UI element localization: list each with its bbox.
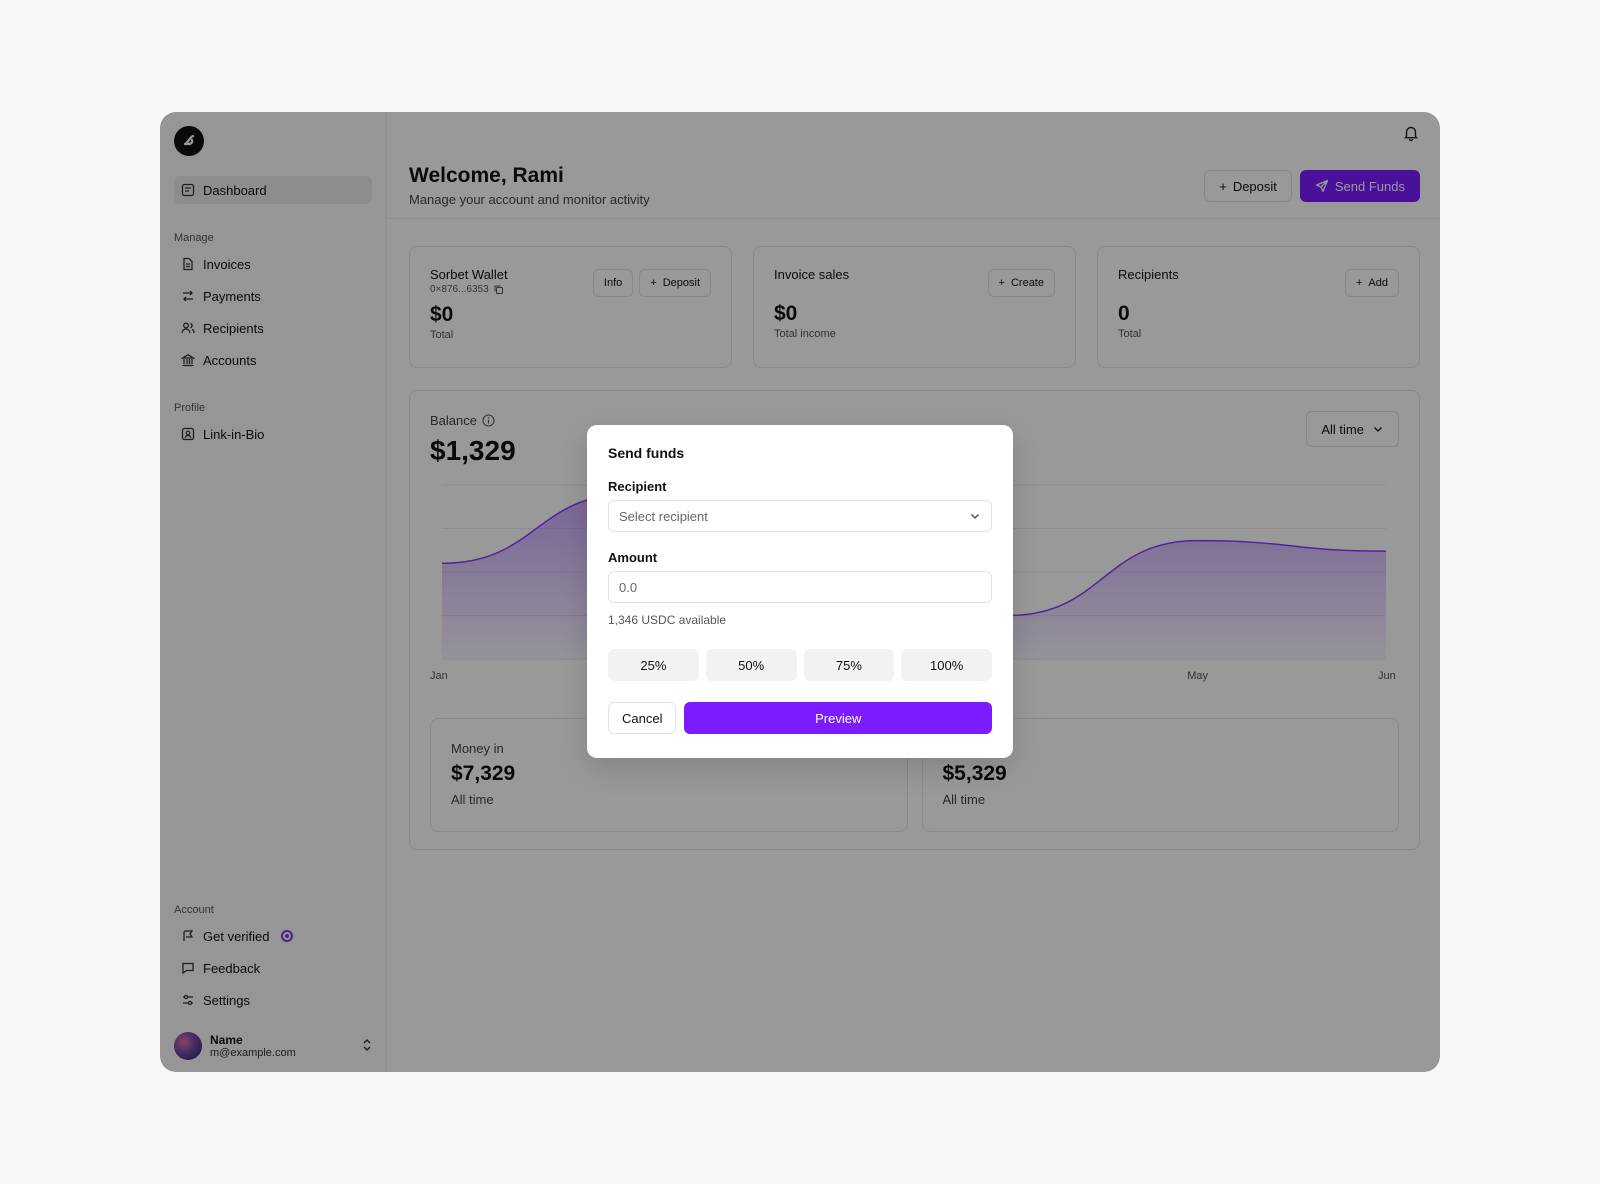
cancel-button[interactable]: Cancel xyxy=(608,702,677,734)
percent-buttons: 25% 50% 75% 100% xyxy=(608,649,992,681)
preview-button[interactable]: Preview xyxy=(684,702,992,734)
dialog-actions: Cancel Preview xyxy=(608,702,992,734)
chevron-down-icon xyxy=(971,514,979,519)
amount-input[interactable]: 0.0 xyxy=(608,571,992,603)
dialog-title: Send funds xyxy=(608,445,685,461)
recipient-label: Recipient xyxy=(608,479,667,494)
app-window: Dashboard Manage Invoices Payments Recip… xyxy=(160,112,1440,1072)
amount-placeholder: 0.0 xyxy=(619,579,638,595)
percent-75-button[interactable]: 75% xyxy=(803,649,895,681)
percent-100-button[interactable]: 100% xyxy=(901,649,992,681)
amount-label: Amount xyxy=(608,550,658,565)
send-funds-dialog: Send funds Recipient Select recipient Am… xyxy=(587,425,1013,758)
recipient-select[interactable]: Select recipient xyxy=(608,500,992,532)
recipient-placeholder: Select recipient xyxy=(619,508,708,524)
percent-50-button[interactable]: 50% xyxy=(705,649,797,681)
available-balance: 1,346 USDC available xyxy=(608,613,727,627)
percent-25-button[interactable]: 25% xyxy=(608,649,699,681)
